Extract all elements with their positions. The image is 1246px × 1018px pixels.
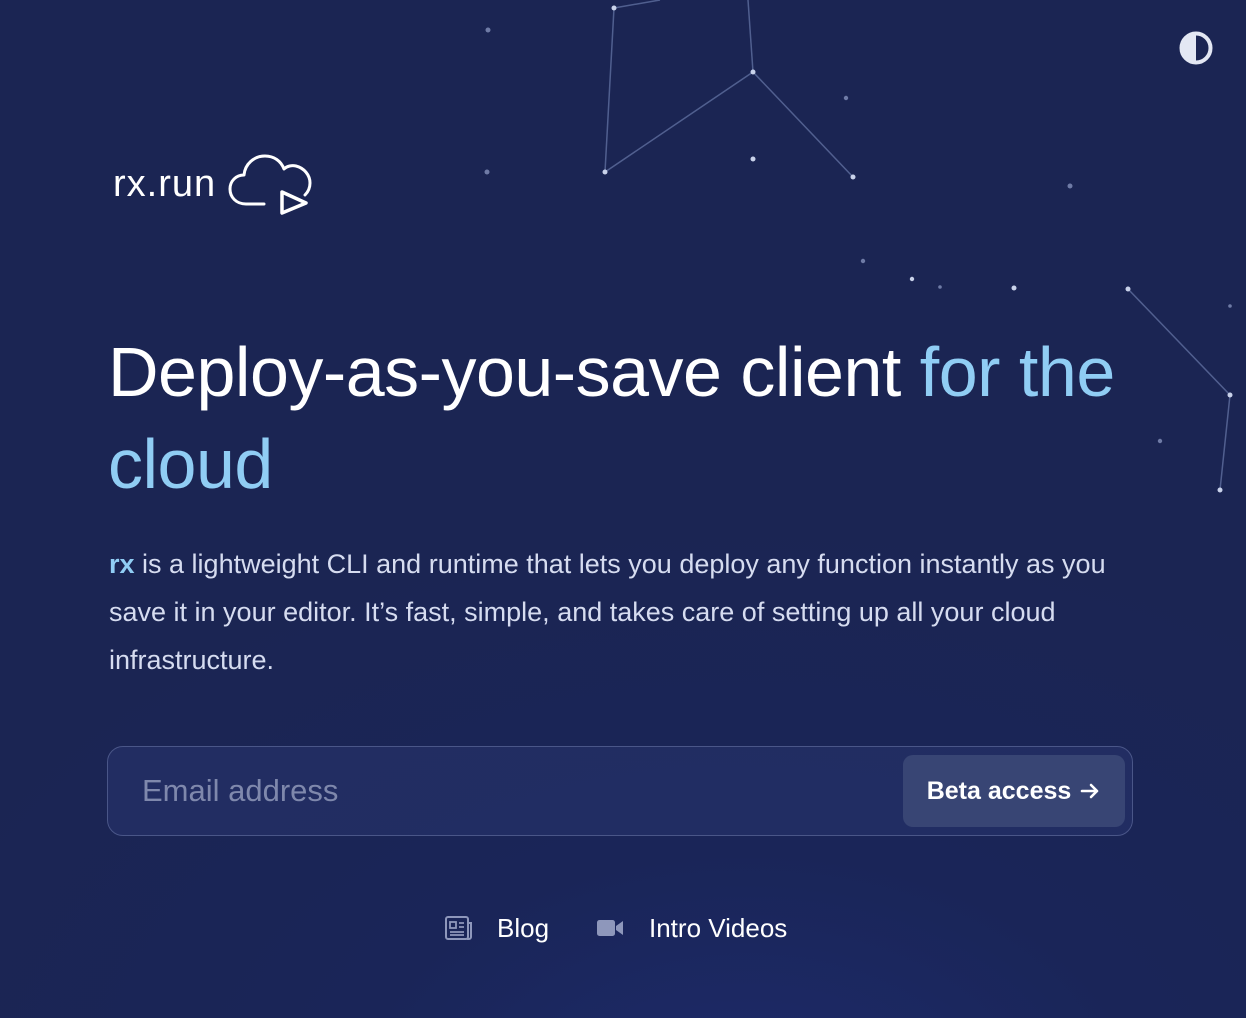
star — [750, 69, 756, 75]
star — [843, 95, 849, 101]
hero-description: rx is a lightweight CLI and runtime that… — [109, 540, 1149, 684]
beta-access-button[interactable]: Beta access — [903, 755, 1125, 827]
star — [909, 276, 915, 282]
star — [485, 27, 491, 33]
half-circle-contrast-icon — [1179, 31, 1213, 65]
beta-access-label: Beta access — [926, 776, 1072, 805]
star — [938, 285, 942, 289]
footer-nav: Blog Intro Videos — [0, 904, 1246, 952]
star — [750, 156, 756, 162]
blog-link-label: Blog — [497, 912, 550, 943]
star — [860, 258, 866, 264]
theme-toggle-button[interactable] — [1178, 30, 1214, 66]
star — [850, 174, 856, 180]
hero-headline: Deploy-as-you-save client for the cloud — [108, 326, 1168, 510]
star — [1011, 285, 1017, 291]
description-text: is a lightweight CLI and runtime that le… — [109, 549, 1106, 675]
star — [1125, 286, 1131, 292]
constellation-line — [747, 0, 754, 73]
newspaper-icon — [445, 916, 472, 940]
site-logo[interactable]: rx.run — [113, 148, 318, 220]
star — [1067, 183, 1073, 189]
arrow-right-icon — [1080, 783, 1099, 799]
star — [1228, 304, 1232, 308]
intro-videos-link[interactable]: Intro Videos — [595, 904, 787, 952]
description-brand: rx — [109, 549, 135, 579]
email-input[interactable] — [108, 747, 888, 834]
headline-main: Deploy-as-you-save client — [108, 333, 920, 411]
star — [602, 169, 608, 175]
constellation-line — [604, 7, 854, 178]
cloud-play-icon — [228, 154, 312, 215]
intro-videos-link-label: Intro Videos — [649, 912, 788, 943]
constellation-line — [613, 0, 661, 9]
star — [1217, 487, 1223, 493]
star — [484, 169, 490, 175]
video-camera-icon — [597, 920, 623, 936]
star — [611, 5, 617, 11]
star — [1227, 392, 1233, 398]
logo-text: rx.run — [113, 162, 217, 205]
blog-link[interactable]: Blog — [443, 904, 549, 952]
beta-signup-form: Beta access — [107, 746, 1133, 836]
